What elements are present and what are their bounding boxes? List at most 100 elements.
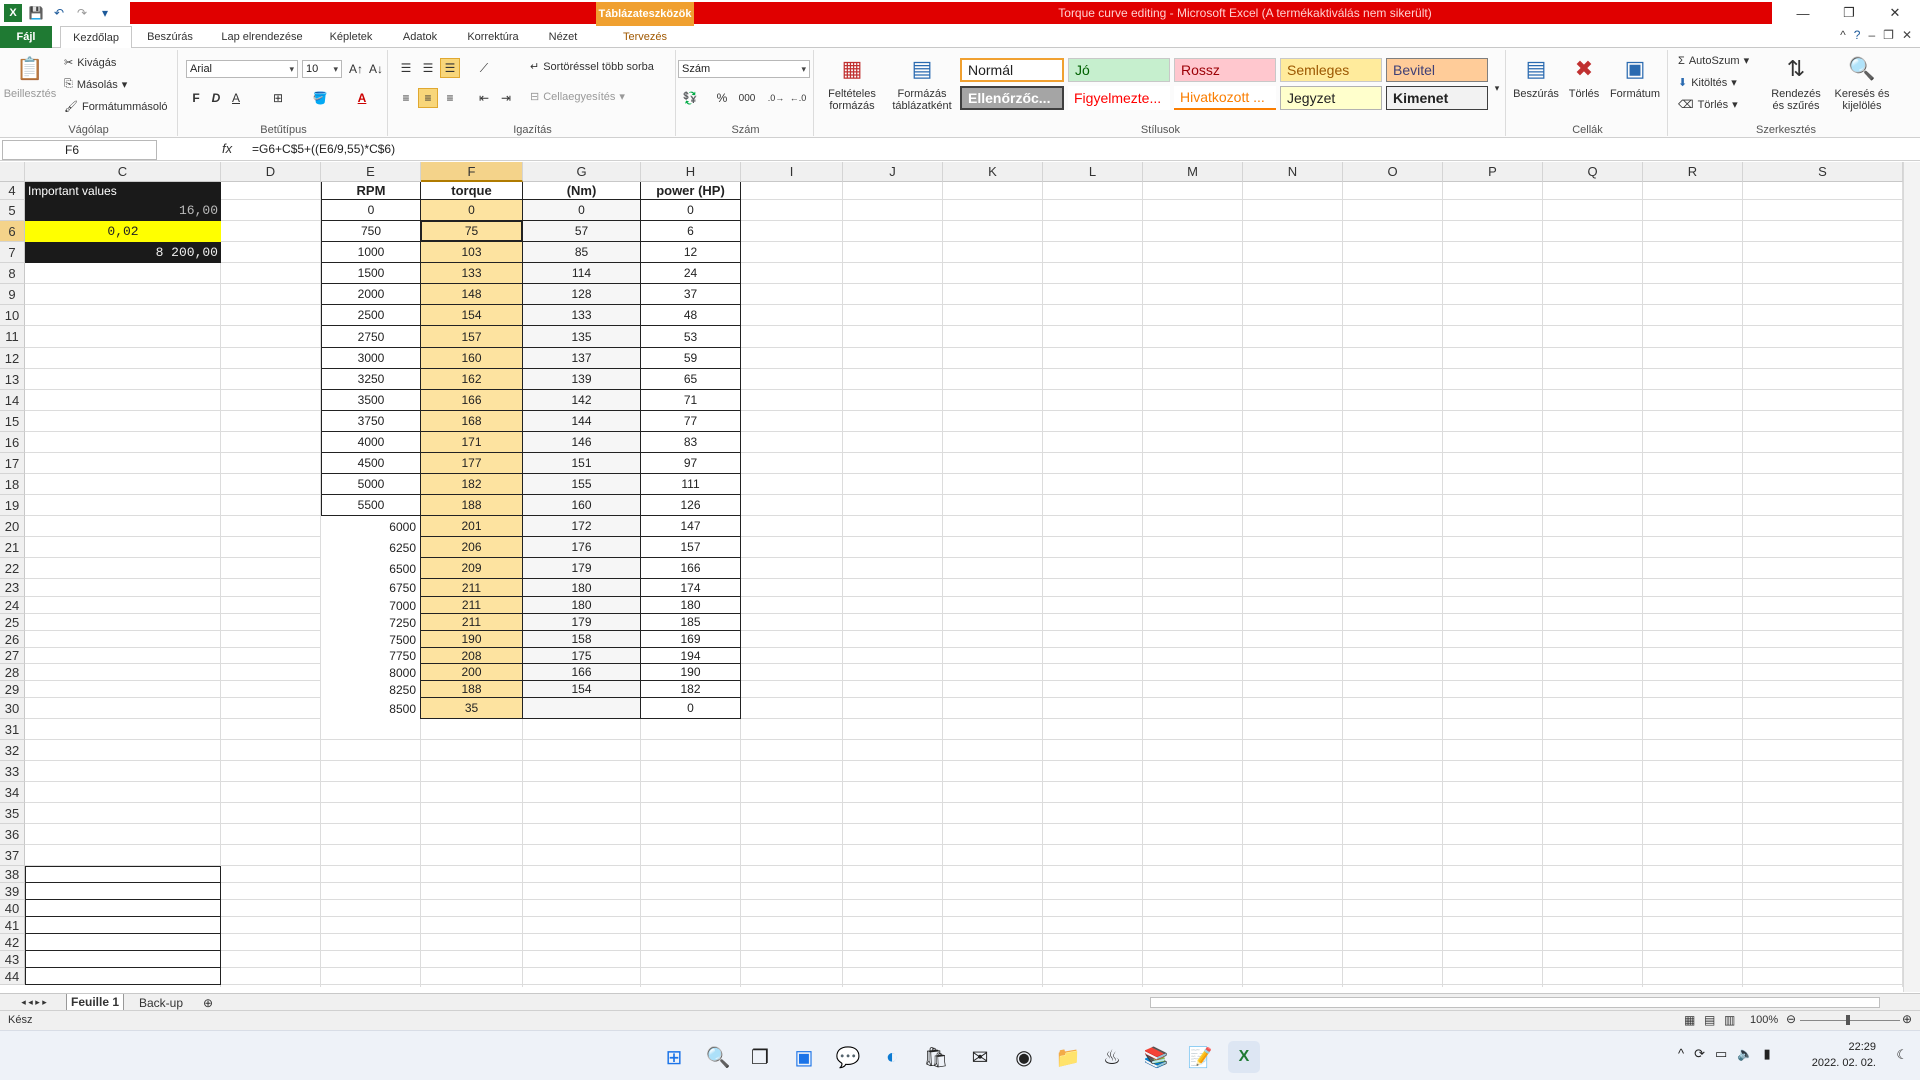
tab-page-layout[interactable]: Lap elrendezése [212,26,312,48]
decrease-indent-icon[interactable]: ⇤ [474,88,494,108]
row-header[interactable]: 10 [0,305,25,326]
important-value-1[interactable]: 16,00 [25,200,221,221]
empty-bordered-cell[interactable] [25,968,221,985]
zoom-level[interactable]: 100% [1750,1014,1778,1026]
column-header[interactable]: F [421,162,523,182]
table-cell[interactable]: 48 [641,305,741,326]
table-cell[interactable]: 85 [523,242,641,263]
table-cell[interactable]: 180 [523,579,641,597]
styles-more-icon[interactable]: ▾ [1490,78,1504,98]
notification-icon[interactable]: ☾ [1896,1047,1908,1063]
mail-icon[interactable]: ✉ [964,1041,996,1073]
table-cell[interactable]: 0 [523,200,641,221]
row-header[interactable]: 24 [0,597,25,614]
row-header[interactable]: 33 [0,761,25,782]
empty-bordered-cell[interactable] [25,900,221,917]
doc-close-icon[interactable]: ✕ [1902,28,1912,42]
column-header[interactable]: Q [1543,162,1643,182]
table-cell[interactable]: 6 [641,221,741,242]
shrink-font-icon[interactable]: A↓ [366,59,386,79]
font-size-select[interactable]: 10 [302,60,342,78]
row-header[interactable]: 19 [0,495,25,516]
italic-button[interactable]: D [206,88,226,108]
table-cell[interactable]: 171 [421,432,523,453]
new-sheet-icon[interactable]: ⊕ [198,994,218,1011]
table-cell[interactable]: 2500 [321,305,421,326]
doc-minimize-icon[interactable]: – [1868,28,1875,42]
column-header[interactable]: G [523,162,641,182]
normal-view-icon[interactable]: ▦ [1684,1013,1695,1027]
table-cell[interactable]: 0 [421,200,523,221]
table-cell[interactable]: 177 [421,453,523,474]
row-header[interactable]: 20 [0,516,25,537]
column-header[interactable]: R [1643,162,1743,182]
table-cell[interactable]: 35 [421,698,523,719]
table-cell[interactable]: 8500 [321,698,421,719]
table-cell[interactable]: 144 [523,411,641,432]
table-cell[interactable]: 188 [421,495,523,516]
minimize-button[interactable]: — [1780,0,1826,26]
table-cell[interactable]: 12 [641,242,741,263]
table-cell[interactable]: 151 [523,453,641,474]
style-note[interactable]: Jegyzet [1280,86,1382,110]
column-header[interactable]: C [25,162,221,182]
table-cell[interactable]: 1500 [321,263,421,284]
tab-formulas[interactable]: Képletek [320,26,382,48]
table-header[interactable]: (Nm) [523,182,641,200]
column-header[interactable]: P [1443,162,1543,182]
table-cell[interactable]: 6000 [321,516,421,537]
edge-icon[interactable]: ◐ [876,1041,908,1073]
row-header[interactable]: 39 [0,883,25,900]
table-cell[interactable]: 7000 [321,597,421,614]
zoom-slider-thumb[interactable] [1846,1015,1850,1025]
table-cell[interactable]: 201 [421,516,523,537]
close-button[interactable]: ✕ [1872,0,1918,26]
table-cell[interactable]: 179 [523,558,641,579]
help-icon[interactable]: ? [1854,28,1861,42]
table-cell[interactable]: 6750 [321,579,421,597]
tab-file[interactable]: Fájl [0,26,52,48]
table-cell[interactable]: 3750 [321,411,421,432]
table-cell[interactable]: 135 [523,326,641,348]
table-cell[interactable]: 75 [421,221,523,242]
select-all-corner[interactable] [0,162,25,182]
row-header[interactable]: 21 [0,537,25,558]
important-value-3[interactable]: 8 200,00 [25,242,221,263]
table-cell[interactable]: 169 [641,631,741,648]
redo-icon[interactable]: ↷ [73,4,91,22]
style-good[interactable]: Jó [1068,58,1170,82]
table-cell[interactable]: 211 [421,579,523,597]
table-cell[interactable]: 166 [421,390,523,411]
row-header[interactable]: 14 [0,390,25,411]
merge-button[interactable]: ⊟ Cellaegyesítés ▾ [530,90,625,104]
table-cell[interactable]: 162 [421,369,523,390]
table-cell[interactable]: 174 [641,579,741,597]
excel-taskbar-icon[interactable]: X [1228,1041,1260,1073]
table-cell[interactable]: 211 [421,597,523,614]
align-top-icon[interactable]: ☰ [396,58,416,78]
column-header[interactable]: H [641,162,741,182]
table-cell[interactable]: 157 [641,537,741,558]
table-cell[interactable]: 133 [523,305,641,326]
format-as-table-button[interactable]: ▤ Formázás táblázatként [888,54,956,113]
sync-icon[interactable]: ⟳ [1694,1046,1705,1062]
tray-chevron-icon[interactable]: ^ [1678,1046,1684,1062]
table-cell[interactable]: 185 [641,614,741,631]
row-header[interactable]: 11 [0,326,25,348]
borders-icon[interactable]: ⊞ [268,88,288,108]
column-header[interactable]: S [1743,162,1903,182]
table-cell[interactable]: 6500 [321,558,421,579]
tab-data[interactable]: Adatok [392,26,448,48]
row-header[interactable]: 30 [0,698,25,719]
fill-color-icon[interactable]: 🪣 [310,88,330,108]
save-icon[interactable]: 💾 [27,4,45,22]
tab-view[interactable]: Nézet [536,26,590,48]
important-value-2[interactable]: 0,02 [25,221,221,242]
empty-bordered-cell[interactable] [25,866,221,883]
row-header[interactable]: 34 [0,782,25,803]
table-cell[interactable]: 2000 [321,284,421,305]
table-cell[interactable]: 8250 [321,681,421,698]
column-header[interactable]: N [1243,162,1343,182]
row-header[interactable]: 18 [0,474,25,495]
page-break-view-icon[interactable]: ▥ [1724,1013,1735,1027]
